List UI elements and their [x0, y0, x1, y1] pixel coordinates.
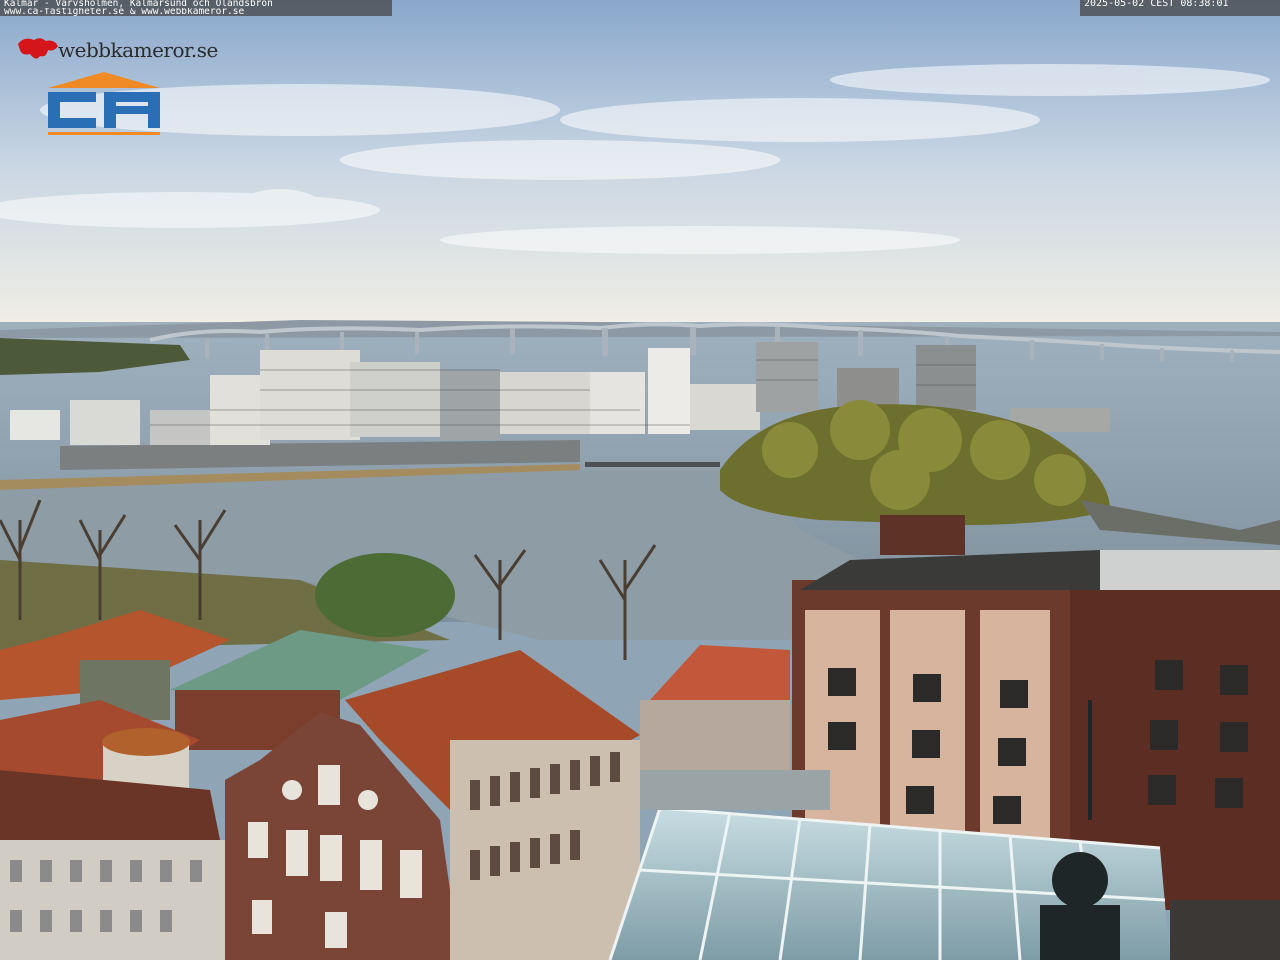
green-tree [315, 553, 455, 637]
camera-sponsor-urls: www.ca-fastigheter.se & www.webbkameror.… [4, 8, 245, 16]
ca-logo-underline [48, 132, 160, 135]
webcam-scene [0, 0, 1280, 960]
camera-title-overlay: Kalmar - Varvsholmen, Kalmarsund och Öla… [0, 0, 392, 16]
world-map-icon [18, 38, 58, 59]
ca-logo-roof [48, 72, 160, 88]
webbkameror-logo: webbkameror.se [16, 34, 218, 64]
camera-location-title: Kalmar - Varvsholmen, Kalmarsund och Öla… [4, 0, 273, 8]
dark-bottom-edge [1170, 900, 1280, 960]
white-building-bottom-left [0, 840, 230, 960]
timestamp-overlay: 2025-05-02 CEST 08:38:01 [1080, 0, 1280, 16]
webbkameror-logo-text: webbkameror.se [58, 38, 218, 62]
ca-fastigheter-logo [48, 72, 160, 135]
rooftop-vents [640, 770, 830, 810]
footbridge [585, 462, 720, 467]
